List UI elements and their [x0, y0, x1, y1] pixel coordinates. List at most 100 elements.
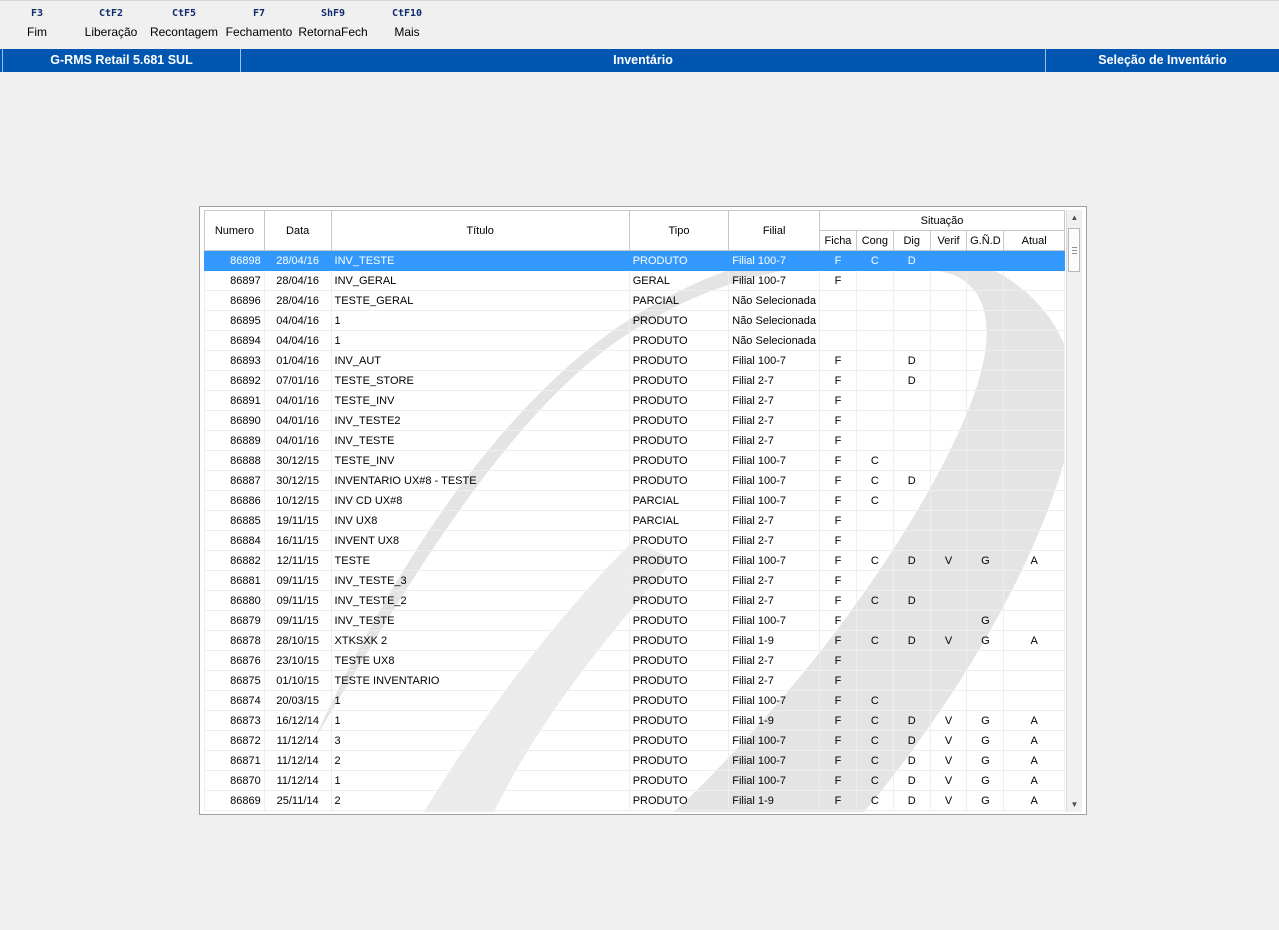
table-row[interactable]: 86879 09/11/15 INV_TESTE PRODUTO Filial 100-…: [204, 610, 1065, 631]
scrollbar-thumb[interactable]: [1068, 228, 1080, 272]
column-header-filial[interactable]: Filial: [728, 210, 821, 251]
mais-button[interactable]: CtF10 Mais: [382, 7, 432, 40]
column-header-verif[interactable]: Verif: [929, 230, 968, 251]
cell-cong: [855, 670, 894, 691]
cell-filial: Filial 2-7: [728, 650, 821, 671]
table-row[interactable]: 86888 30/12/15 TESTE_INV PRODUTO Filial 100-…: [204, 450, 1065, 471]
table-row[interactable]: 86890 04/01/16 INV_TESTE2 PRODUTO Filial 2-7…: [204, 410, 1065, 431]
table-row[interactable]: 86871 11/12/14 2 PRODUTO Filial 100-7 F C D V G A: [204, 750, 1065, 771]
cell-atual: [1003, 290, 1065, 311]
cell-atual: A: [1003, 630, 1065, 651]
cell-filial: Filial 100-7: [728, 450, 821, 471]
table-row[interactable]: 86873 16/12/14 1 PRODUTO Filial 1-9 F C D V G A: [204, 710, 1065, 731]
column-header-tipo[interactable]: Tipo: [628, 210, 730, 251]
cell-data: 09/11/15: [263, 610, 332, 631]
table-row[interactable]: 86893 01/04/16 INV_AUT PRODUTO Filial 100-7 F…: [204, 350, 1065, 371]
cell-cong: [855, 290, 894, 311]
cell-gnd: G: [966, 730, 1005, 751]
table-row[interactable]: 86876 23/10/15 TESTE UX8 PRODUTO Filial 2-7 F: [204, 650, 1065, 671]
cell-filial: Filial 1-9: [728, 630, 821, 651]
cell-tipo: PARCIAL: [628, 490, 730, 511]
table-row[interactable]: 86897 28/04/16 INV_GERAL GERAL Filial 100-7 F: [204, 270, 1065, 291]
cell-data: 28/04/16: [263, 270, 332, 291]
table-row[interactable]: 86874 20/03/15 1 PRODUTO Filial 100-7 F C: [204, 690, 1065, 711]
cell-cong: C: [855, 590, 894, 611]
table-row[interactable]: 86895 04/04/16 1 PRODUTO Não Selecionada: [204, 310, 1065, 331]
cell-filial: Filial 1-9: [728, 710, 821, 731]
cell-numero: 86892: [204, 370, 265, 391]
retornafech-button[interactable]: ShF9 RetornaFech: [297, 7, 369, 40]
column-header-gnd[interactable]: G.Ñ.D: [966, 230, 1005, 251]
cell-ficha: F: [819, 370, 857, 391]
table-row[interactable]: 86884 16/11/15 INVENT UX8 PRODUTO Filial 2-7…: [204, 530, 1065, 551]
cell-gnd: [966, 410, 1005, 431]
action-label: Recontagem: [149, 25, 219, 39]
cell-verif: [929, 650, 968, 671]
table-row[interactable]: 86870 11/12/14 1 PRODUTO Filial 100-7 F C D V G A: [204, 770, 1065, 791]
table-row[interactable]: 86896 28/04/16 TESTE_GERAL PARCIAL Não Selec…: [204, 290, 1065, 311]
column-header-cong[interactable]: Cong: [855, 230, 894, 251]
table-row[interactable]: 86889 04/01/16 INV_TESTE PRODUTO Filial 2-7 F: [204, 430, 1065, 451]
cell-filial: Filial 2-7: [728, 410, 821, 431]
table-row[interactable]: 86898 28/04/16 INV_TESTE PRODUTO Filial 100-…: [204, 250, 1065, 271]
cell-cong: C: [855, 450, 894, 471]
fechamento-button[interactable]: F7 Fechamento: [224, 7, 294, 40]
cell-filial: Filial 2-7: [728, 370, 821, 391]
scroll-up-arrow-icon[interactable]: ▲: [1067, 210, 1082, 225]
cell-verif: V: [929, 790, 968, 811]
cell-ficha: F: [819, 730, 857, 751]
table-row[interactable]: 86881 09/11/15 INV_TESTE_3 PRODUTO Filial 2-…: [204, 570, 1065, 591]
vertical-scrollbar[interactable]: ▲ ▼: [1066, 210, 1082, 812]
cell-filial: Filial 2-7: [728, 590, 821, 611]
cell-cong: [855, 430, 894, 451]
cell-gnd: [966, 310, 1005, 331]
table-row[interactable]: 86891 04/01/16 TESTE_INV PRODUTO Filial 2-7 F: [204, 390, 1065, 411]
cell-verif: V: [929, 550, 968, 571]
table-row[interactable]: 86872 11/12/14 3 PRODUTO Filial 100-7 F C D V G A: [204, 730, 1065, 751]
column-header-numero[interactable]: Numero: [204, 210, 265, 251]
cell-atual: [1003, 610, 1065, 631]
recontagem-button[interactable]: CtF5 Recontagem: [148, 7, 220, 40]
scroll-down-arrow-icon[interactable]: ▼: [1067, 797, 1082, 812]
cell-filial: Filial 2-7: [728, 570, 821, 591]
cell-dig: [892, 670, 931, 691]
cell-data: 04/01/16: [263, 430, 332, 451]
table-row[interactable]: 86875 01/10/15 TESTE INVENTARIO PRODUTO Fili…: [204, 670, 1065, 691]
liberacao-button[interactable]: CtF2 Liberação: [82, 7, 140, 40]
cell-ficha: F: [819, 710, 857, 731]
table-row[interactable]: 86885 19/11/15 INV UX8 PARCIAL Filial 2-7 F: [204, 510, 1065, 531]
column-header-dig[interactable]: Dig: [892, 230, 931, 251]
cell-tipo: PRODUTO: [628, 390, 730, 411]
cell-titulo: INV_GERAL: [330, 270, 630, 291]
cell-dig: [892, 330, 931, 351]
column-header-atual[interactable]: Atual: [1003, 230, 1065, 251]
table-row[interactable]: 86869 25/11/14 2 PRODUTO Filial 1-9 F C D V G A: [204, 790, 1065, 811]
table-row[interactable]: 86878 28/10/15 XTKSXK 2 PRODUTO Filial 1-9 F C…: [204, 630, 1065, 651]
cell-data: 04/01/16: [263, 390, 332, 411]
table-row[interactable]: 86880 09/11/15 INV_TESTE_2 PRODUTO Filial 2-…: [204, 590, 1065, 611]
column-header-data[interactable]: Data: [263, 210, 332, 251]
cell-filial: Filial 100-7: [728, 690, 821, 711]
table-row[interactable]: 86886 10/12/15 INV CD UX#8 PARCIAL Filial 10…: [204, 490, 1065, 511]
fim-button[interactable]: F3 Fim: [17, 7, 57, 40]
table-row[interactable]: 86887 30/12/15 INVENTARIO UX#8 - TESTE PROD…: [204, 470, 1065, 491]
column-header-ficha[interactable]: Ficha: [819, 230, 857, 251]
table-row[interactable]: 86892 07/01/16 TESTE_STORE PRODUTO Filial 2-…: [204, 370, 1065, 391]
cell-verif: [929, 510, 968, 531]
action-label: Mais: [394, 25, 420, 39]
cell-filial: Filial 100-7: [728, 730, 821, 751]
table-row[interactable]: 86882 12/11/15 TESTE PRODUTO Filial 100-7 F C D…: [204, 550, 1065, 571]
cell-dig: [892, 410, 931, 431]
action-label: Fechamento: [225, 25, 293, 39]
cell-filial: Filial 100-7: [728, 350, 821, 371]
cell-numero: 86872: [204, 730, 265, 751]
cell-filial: Não Selecionada: [728, 330, 821, 351]
column-header-titulo[interactable]: Título: [330, 210, 630, 251]
cell-numero: 86878: [204, 630, 265, 651]
table-row[interactable]: 86894 04/04/16 1 PRODUTO Não Selecionada: [204, 330, 1065, 351]
cell-ficha: F: [819, 490, 857, 511]
cell-cong: C: [855, 250, 894, 271]
cell-numero: 86886: [204, 490, 265, 511]
cell-tipo: PRODUTO: [628, 710, 730, 731]
inventory-grid-panel: Numero Data Título Tipo Filial Situação …: [199, 206, 1087, 815]
